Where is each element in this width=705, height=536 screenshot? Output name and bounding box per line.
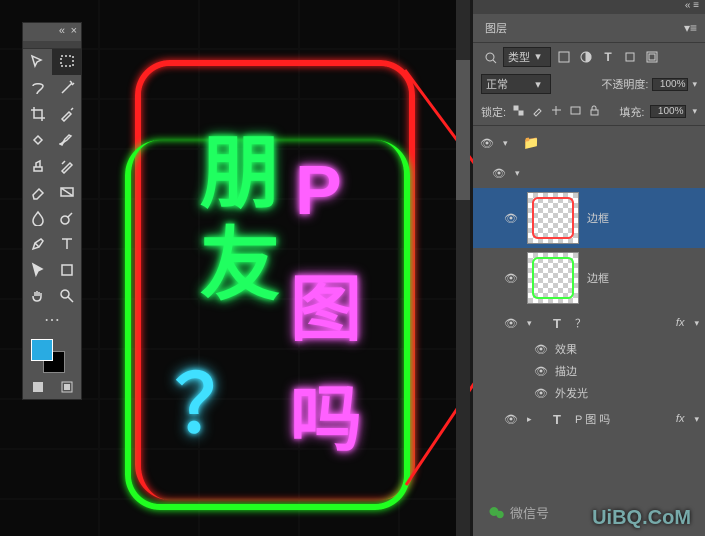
lasso-tool[interactable] [23,75,52,101]
type-tool[interactable] [52,231,81,257]
path-selection-tool[interactable] [23,257,52,283]
layer-group-row[interactable]: 👁 ▾ [473,158,705,188]
tools-panel-header[interactable]: « × [23,23,81,41]
crop-tool[interactable] [23,101,52,127]
layer-thumbnail[interactable] [527,192,579,244]
fx-expand-icon[interactable]: ▾ [527,318,539,329]
visibility-toggle[interactable]: 👁 [503,212,519,225]
tools-panel: « × ⋯ [22,22,82,400]
layer-effect-stroke[interactable]: 👁描边 [473,360,705,382]
type-layer-icon: T [547,412,567,427]
fx-badge[interactable]: fx [676,317,685,329]
dodge-tool[interactable] [52,205,81,231]
layers-tab[interactable]: 图层 [473,16,519,40]
visibility-toggle[interactable]: 👁 [491,167,507,180]
move-tool[interactable] [23,49,52,75]
filter-smart-icon[interactable] [643,48,661,66]
pen-tool[interactable] [23,231,52,257]
fill-label: 填充: [619,104,644,120]
color-swatches[interactable] [23,335,81,375]
layer-row[interactable]: 👁 ▸ T P 图 吗 fx▾ [473,404,705,434]
visibility-toggle[interactable]: 👁 [503,413,519,426]
layer-name[interactable]: 边框 [587,270,609,286]
neon-text-p: P [295,150,342,230]
layer-row[interactable]: 👁 边框 [473,188,705,248]
visibility-toggle[interactable]: 👁 [503,272,519,285]
filter-pixel-icon[interactable] [555,48,573,66]
lock-artboard-icon[interactable] [569,104,582,120]
visibility-toggle[interactable]: 👁 [479,137,495,150]
lock-all-icon[interactable] [588,104,601,120]
fx-badge[interactable]: fx [676,413,685,425]
layer-name[interactable]: 边框 [587,210,609,226]
blur-tool[interactable] [23,205,52,231]
filter-kind-icon[interactable] [481,48,499,66]
filter-type-icon[interactable]: T [599,48,617,66]
neon-text-ma: 吗 [290,360,362,465]
panel-menu-icon[interactable]: ▾≡ [676,21,705,35]
filter-kind-select[interactable]: 类型▾ [503,47,551,67]
scrollbar-thumb[interactable] [456,60,470,200]
layer-thumbnail[interactable] [527,252,579,304]
group-expand-icon[interactable]: ▾ [503,138,515,149]
wechat-watermark: 微信号 [488,503,549,522]
hand-tool[interactable] [23,283,52,309]
type-layer-icon: T [547,316,567,331]
tools-panel-grip[interactable] [23,41,81,49]
foreground-color-swatch[interactable] [31,339,53,361]
lock-transparency-icon[interactable] [512,104,525,120]
screen-mode-switcher[interactable] [23,375,81,399]
layer-name[interactable]: P 图 吗 [575,411,610,427]
brush-tool[interactable] [52,127,81,153]
eyedropper-tool[interactable] [52,101,81,127]
marquee-tool[interactable] [52,49,81,75]
clone-stamp-tool[interactable] [23,153,52,179]
scrollbar-vertical[interactable] [456,0,470,536]
magic-wand-tool[interactable] [52,75,81,101]
eraser-tool[interactable] [23,179,52,205]
folder-icon: 📁 [523,135,539,151]
healing-tool[interactable] [23,127,52,153]
layer-row[interactable]: 👁 边框 [473,248,705,308]
opacity-label: 不透明度: [601,76,648,92]
layer-effects-row[interactable]: 👁效果 [473,338,705,360]
filter-adjustment-icon[interactable] [577,48,595,66]
filter-shape-icon[interactable] [621,48,639,66]
blend-mode-select[interactable]: 正常▾ [481,74,551,94]
zoom-tool[interactable] [52,283,81,309]
layer-row[interactable]: 👁 ▾ T ？ fx▾ [473,308,705,338]
layers-panel: « ≡ 图层 ▾≡ 类型▾ T 正常▾ 不透明度: 100%▾ 锁定: 填充: … [473,0,705,536]
panel-collapse[interactable]: « ≡ [473,0,705,14]
history-brush-tool[interactable] [52,153,81,179]
layer-effect-outer-glow[interactable]: 👁外发光 [473,382,705,404]
lock-position-icon[interactable] [550,104,563,120]
neon-text-tu: 图 [290,250,362,355]
layer-name[interactable]: ？ [575,315,586,331]
opacity-value[interactable]: 100% [652,78,688,91]
lock-label: 锁定: [481,104,506,120]
visibility-toggle[interactable]: 👁 [503,317,519,330]
layer-group-row[interactable]: 👁 ▾ 📁 [473,128,705,158]
fill-value[interactable]: 100% [650,105,686,118]
neon-text-green: 朋友 [175,130,291,314]
neon-text-question: ？ [175,340,255,456]
layer-list: 👁 ▾ 📁 👁 ▾ 👁 边框 👁 边框 👁 ▾ T ？ fx ▾ 👁效果 👁描边 [473,126,705,436]
gradient-tool[interactable] [52,179,81,205]
lock-pixels-icon[interactable] [531,104,544,120]
shape-tool[interactable] [52,257,81,283]
fx-expand-icon[interactable]: ▸ [527,414,539,425]
site-watermark: UiBQ.CoM [592,507,691,530]
group-expand-icon[interactable]: ▾ [515,168,527,179]
